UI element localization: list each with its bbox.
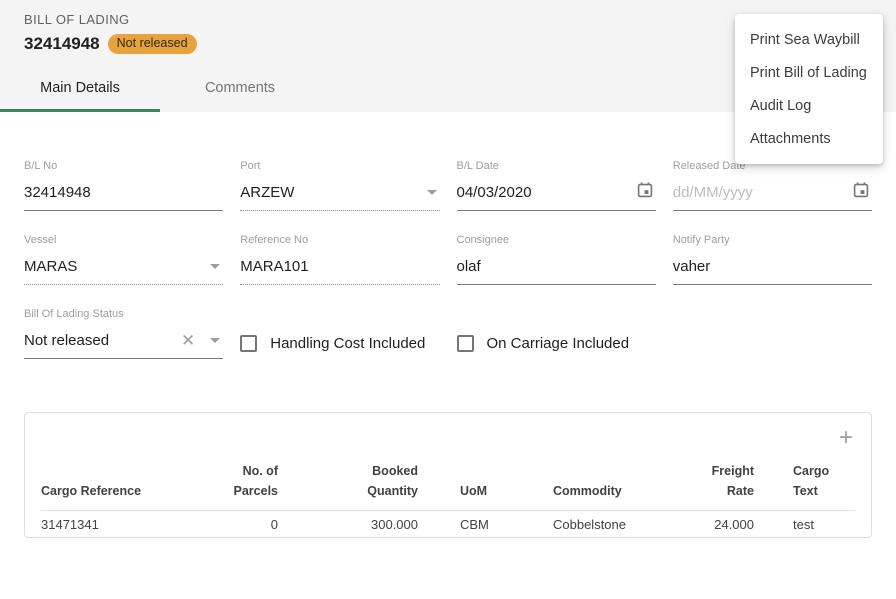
vessel-select[interactable]: MARAS <box>24 248 223 285</box>
field-bl-no: B/L No 32414948 <box>24 160 223 211</box>
cell-freight-rate: 24.000 <box>673 517 754 532</box>
bl-no-input[interactable]: 32414948 <box>24 174 223 211</box>
status-badge: Not released <box>108 34 197 54</box>
cell-uom: CBM <box>418 517 553 532</box>
menu-item-print-bill-of-lading[interactable]: Print Bill of Lading <box>735 56 883 89</box>
menu-item-audit-log[interactable]: Audit Log <box>735 89 883 122</box>
field-notify-party: Notify Party vaher <box>673 234 872 285</box>
notify-party-input[interactable]: vaher <box>673 248 872 285</box>
port-select[interactable]: ARZEW <box>240 174 439 211</box>
checkbox-icon[interactable] <box>240 335 257 352</box>
field-consignee: Consignee olaf <box>457 234 656 285</box>
field-released-date: Released Date dd/MM/yyyy <box>673 160 872 211</box>
chevron-down-icon[interactable] <box>210 264 220 269</box>
field-label: B/L Date <box>457 160 656 174</box>
checkbox-handling-cost[interactable]: Handling Cost Included <box>240 328 439 359</box>
field-label: Vessel <box>24 234 223 248</box>
add-cargo-button[interactable]: + <box>837 427 855 451</box>
col-header-freight-rate: Freight Rate <box>673 461 754 501</box>
cargo-table-header: Cargo Reference No. of Parcels Booked Qu… <box>41 461 855 511</box>
cell-booked-quantity: 300.000 <box>278 517 418 532</box>
field-label: Port <box>240 160 439 174</box>
bl-status-select[interactable]: Not released ✕ <box>24 322 223 359</box>
context-menu: Print Sea Waybill Print Bill of Lading A… <box>735 14 883 164</box>
field-vessel: Vessel MARAS <box>24 234 223 285</box>
calendar-icon[interactable] <box>636 181 654 204</box>
field-port: Port ARZEW <box>240 160 439 211</box>
field-label: Bill Of Lading Status <box>24 308 223 322</box>
checkbox-icon[interactable] <box>457 335 474 352</box>
consignee-input[interactable]: olaf <box>457 248 656 285</box>
tab-bar: Main Details Comments <box>0 64 320 112</box>
cargo-table-card: + Cargo Reference No. of Parcels Booked … <box>24 412 872 538</box>
field-label: Consignee <box>457 234 656 248</box>
bl-date-input[interactable]: 04/03/2020 <box>457 174 656 211</box>
col-header-cargo-reference: Cargo Reference <box>41 481 201 501</box>
field-label: B/L No <box>24 160 223 174</box>
cell-no-of-parcels: 0 <box>201 517 278 532</box>
field-reference-no: Reference No MARA101 <box>240 234 439 285</box>
col-header-no-of-parcels: No. of Parcels <box>201 461 278 501</box>
menu-item-attachments[interactable]: Attachments <box>735 122 883 155</box>
field-label: Reference No <box>240 234 439 248</box>
bl-number: 32414948 <box>24 34 100 54</box>
reference-no-input[interactable]: MARA101 <box>240 248 439 285</box>
calendar-icon[interactable] <box>852 181 870 204</box>
col-header-cargo-text: Cargo Text <box>754 461 855 501</box>
col-header-commodity: Commodity <box>553 481 673 501</box>
field-label: Notify Party <box>673 234 872 248</box>
menu-item-print-sea-waybill[interactable]: Print Sea Waybill <box>735 23 883 56</box>
field-bl-date: B/L Date 04/03/2020 <box>457 160 656 211</box>
cell-cargo-text: test <box>754 517 855 532</box>
field-bl-status: Bill Of Lading Status Not released ✕ <box>24 308 223 359</box>
col-header-uom: UoM <box>418 481 553 501</box>
chevron-down-icon[interactable] <box>427 190 437 195</box>
clear-icon[interactable]: ✕ <box>181 332 195 349</box>
chevron-down-icon[interactable] <box>210 338 220 343</box>
checkbox-on-carriage[interactable]: On Carriage Included <box>457 328 656 359</box>
table-row[interactable]: 31471341 0 300.000 CBM Cobbelstone 24.00… <box>41 511 855 537</box>
tab-comments[interactable]: Comments <box>160 64 320 112</box>
cell-cargo-reference: 31471341 <box>41 517 201 532</box>
released-date-input[interactable]: dd/MM/yyyy <box>673 174 872 211</box>
col-header-booked-quantity: Booked Quantity <box>278 461 418 501</box>
cell-commodity: Cobbelstone <box>553 517 673 532</box>
tab-main-details[interactable]: Main Details <box>0 64 160 112</box>
